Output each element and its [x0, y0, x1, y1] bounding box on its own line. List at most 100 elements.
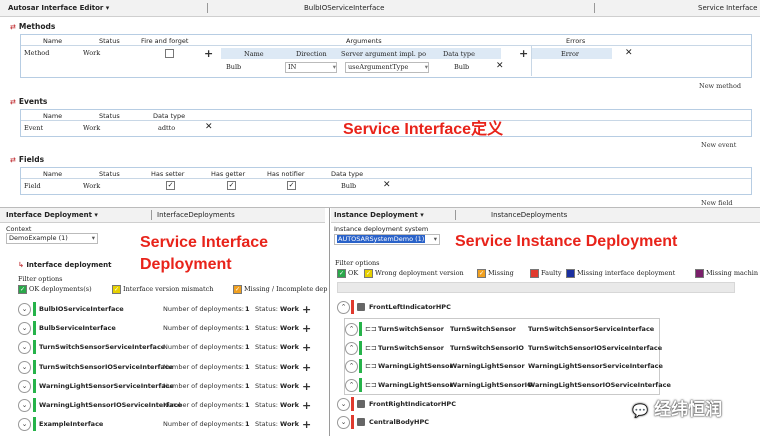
arg-name[interactable]: Bulb: [226, 63, 241, 71]
method-name[interactable]: Method: [24, 49, 49, 57]
status-indicator: [33, 379, 36, 393]
status-label: Status:: [255, 305, 278, 313]
status-indicator: [33, 398, 36, 412]
instance-deployment-name: InstanceDeployments: [491, 208, 567, 222]
expand-icon[interactable]: ⌄: [18, 322, 31, 335]
filter-checkbox[interactable]: [695, 269, 704, 278]
filter-option[interactable]: ✓OK: [337, 268, 358, 278]
field-name[interactable]: Field: [24, 182, 41, 190]
filter-option[interactable]: ✓Missing / Incomplete dep: [233, 284, 327, 294]
filter-option[interactable]: Missing interface deployment: [566, 268, 675, 278]
expand-icon[interactable]: ⌄: [18, 380, 31, 393]
interface-deployment-row[interactable]: ⌄ExampleInterfaceNumber of deployments:1…: [18, 417, 323, 435]
collapse-icon[interactable]: ⌃: [345, 360, 358, 373]
add-error-button[interactable]: +: [519, 49, 528, 59]
expand-icon[interactable]: ⌄: [18, 341, 31, 354]
filter-option[interactable]: ✓Wrong deployment version: [364, 268, 464, 278]
filter-option[interactable]: ✓OK deployments(s): [18, 284, 92, 294]
has-getter-checkbox[interactable]: ✓: [227, 181, 236, 190]
add-deployment-button[interactable]: +: [302, 343, 311, 353]
interface-deployment-row[interactable]: ⌄WarningLightSensorServiceInterfaceNumbe…: [18, 379, 323, 397]
add-deployment-button[interactable]: +: [302, 401, 311, 411]
editor-title[interactable]: Autosar Interface Editor ▾: [8, 0, 109, 16]
add-argument-button[interactable]: +: [204, 49, 213, 59]
filter-checkbox[interactable]: ✓: [18, 285, 27, 294]
filter-checkbox[interactable]: [530, 269, 539, 278]
remove-error-icon[interactable]: ✕: [625, 49, 633, 58]
has-notifier-checkbox[interactable]: ✓: [287, 181, 296, 190]
arrow-icon: ↳: [18, 261, 24, 269]
new-field-link[interactable]: New field: [701, 199, 733, 207]
filter-checkbox[interactable]: [566, 269, 575, 278]
context-select[interactable]: DemoExample (1)▾: [6, 233, 98, 244]
arg-impl-select[interactable]: useArgumentType▾: [345, 62, 429, 73]
collapse-icon[interactable]: ⌃: [345, 379, 358, 392]
interface-deployment-title[interactable]: Interface Deployment ▾: [6, 208, 98, 222]
arg-type[interactable]: Bulb: [454, 63, 469, 71]
expand-icon[interactable]: ⌄: [18, 303, 31, 316]
filter-label: Missing machin: [706, 269, 758, 277]
interface-name: TurnSwitchSensorIOServiceInterface: [528, 344, 662, 352]
has-setter-checkbox[interactable]: ✓: [166, 181, 175, 190]
service-instance-row[interactable]: ⌃⊏⊐TurnSwitchSensorTurnSwitchSensorIOTur…: [345, 341, 655, 359]
add-deployment-button[interactable]: +: [302, 324, 311, 334]
add-deployment-button[interactable]: +: [302, 363, 311, 373]
instance-name: WarningLightSensorIO: [450, 381, 533, 389]
filter-option[interactable]: ✓Missing: [477, 268, 514, 278]
remove-argument-icon[interactable]: ✕: [496, 62, 504, 71]
remove-field-icon[interactable]: ✕: [383, 181, 391, 190]
fire-and-forget-checkbox[interactable]: [165, 49, 174, 58]
arg-direction-select[interactable]: IN▾: [285, 62, 337, 73]
collapse-icon[interactable]: ⌃: [345, 342, 358, 355]
interface-deployment-row[interactable]: ⌄TurnSwitchSensorServiceInterfaceNumber …: [18, 340, 323, 358]
add-deployment-button[interactable]: +: [302, 305, 311, 315]
instance-deployment-title[interactable]: Instance Deployment ▾: [334, 208, 424, 222]
deployment-count: 1: [245, 305, 250, 313]
machine-group-row[interactable]: ⌃FrontLeftIndicatorHPC: [337, 300, 737, 318]
deployments-label: Number of deployments:: [163, 363, 244, 371]
collapse-icon[interactable]: ⌃: [337, 301, 350, 314]
collapse-icon[interactable]: ⌄: [337, 398, 350, 411]
service-instance-row[interactable]: ⌃⊏⊐WarningLightSensorWarningLightSensorI…: [345, 378, 655, 396]
method-status[interactable]: Work: [83, 49, 100, 57]
event-status[interactable]: Work: [83, 124, 100, 132]
expand-icon[interactable]: ⌄: [18, 361, 31, 374]
interface-deployment-row[interactable]: ⌄BulbServiceInterfaceNumber of deploymen…: [18, 321, 323, 339]
event-name[interactable]: Event: [24, 124, 43, 132]
filter-option[interactable]: Missing machin: [695, 268, 758, 278]
error-name[interactable]: Error: [561, 50, 579, 58]
new-method-link[interactable]: New method: [699, 82, 741, 90]
new-event-link[interactable]: New event: [701, 141, 736, 149]
expand-icon[interactable]: ⌄: [18, 418, 31, 431]
service-interface-annotation: Service Interface定义: [343, 115, 503, 139]
field-status[interactable]: Work: [83, 182, 100, 190]
interface-deployment-row[interactable]: ⌄TurnSwitchSensorIOServiceInterfaceNumbe…: [18, 360, 323, 378]
filter-checkbox[interactable]: ✓: [233, 285, 242, 294]
status-indicator: [359, 359, 362, 373]
system-select[interactable]: AUTOSARSystemDemo (1)▾: [334, 234, 440, 245]
add-deployment-button[interactable]: +: [302, 382, 311, 392]
filter-checkbox[interactable]: ✓: [364, 269, 373, 278]
service-instance-row[interactable]: ⌃⊏⊐WarningLightSensorWarningLightSensorW…: [345, 359, 655, 377]
remove-event-icon[interactable]: ✕: [205, 123, 213, 132]
service-instance-icon: ⊏⊐: [365, 381, 377, 389]
filter-option[interactable]: Faulty: [530, 268, 562, 278]
machine-name: FrontRightIndicatorHPC: [369, 400, 456, 408]
status-label: Status:: [255, 363, 278, 371]
filter-checkbox[interactable]: ✓: [477, 269, 486, 278]
filter-option[interactable]: ✓Interface version mismatch: [112, 284, 213, 294]
filter-scrollbar[interactable]: [337, 282, 735, 293]
field-data-type[interactable]: Bulb: [341, 182, 356, 190]
collapse-icon[interactable]: ⌃: [345, 323, 358, 336]
expand-icon[interactable]: ⌄: [18, 399, 31, 412]
interface-name: ExampleInterface: [39, 420, 103, 428]
event-data-type[interactable]: adtto: [158, 124, 175, 132]
filter-checkbox[interactable]: ✓: [112, 285, 121, 294]
filter-checkbox[interactable]: ✓: [337, 269, 346, 278]
interface-deployment-row[interactable]: ⌄WarningLightSensorIOServiceInterfaceNum…: [18, 398, 323, 416]
service-instance-row[interactable]: ⌃⊏⊐TurnSwitchSensorTurnSwitchSensorTurnS…: [345, 322, 655, 340]
add-deployment-button[interactable]: +: [302, 420, 311, 430]
arg-col-direction: Direction: [296, 50, 327, 58]
collapse-icon[interactable]: ⌄: [337, 416, 350, 429]
interface-deployment-row[interactable]: ⌄BulbIOServiceInterfaceNumber of deploym…: [18, 302, 323, 320]
